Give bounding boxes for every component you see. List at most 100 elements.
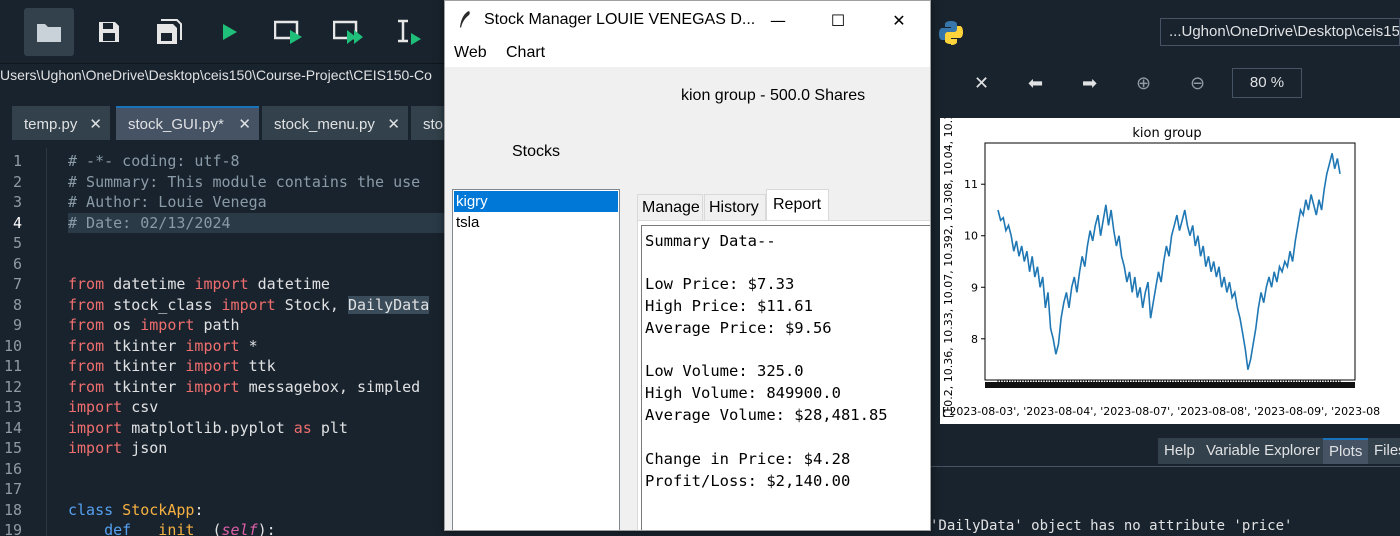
function-name: __init__ (131, 521, 213, 536)
menu-chart[interactable]: Chart (498, 39, 553, 67)
keyword: from (68, 316, 105, 334)
name: json (122, 439, 168, 457)
open-file-button[interactable] (24, 8, 74, 56)
tab-help[interactable]: Help (1158, 438, 1201, 464)
stock-chart: kion group 8 9 10 11 [10.2, 10.36, 10.33, 1… (942, 118, 1380, 418)
window-titlebar[interactable]: Stock Manager LOUIE VENEGAS D... — ☐ ✕ (445, 1, 930, 39)
line-number: 16 (3, 459, 22, 478)
next-plot-icon[interactable]: ➡ (1082, 74, 1097, 94)
code-editor[interactable]: 1 2 3 4 5 6 7 8 9 10 11 12 13 14 15 16 1… (0, 148, 445, 536)
code-line: import matplotlib.pyplot as plt (68, 418, 348, 439)
keyword: from (68, 336, 105, 355)
run-selection-button[interactable] (384, 8, 434, 56)
punctuation: : (194, 500, 204, 519)
tab-stock-menu-py[interactable]: stock_menu.py ✕ (262, 106, 408, 140)
save-icon (99, 22, 119, 42)
module: stock_class (104, 295, 222, 314)
remove-all-plots-icon[interactable]: ✕ (974, 74, 989, 94)
keyword: class (68, 500, 114, 519)
save-button[interactable] (84, 8, 134, 56)
run-cell-advance-button[interactable] (324, 8, 374, 56)
save-all-button[interactable] (144, 8, 194, 56)
tab-plots[interactable]: Plots (1323, 438, 1369, 464)
zoom-out-icon[interactable]: ⊖ (1190, 74, 1205, 94)
keyword: import (194, 275, 249, 293)
run-cell-button[interactable] (264, 8, 314, 56)
name: messagebox, simpled (239, 377, 421, 396)
line-number: 6 (12, 254, 22, 273)
python-icon (939, 21, 963, 45)
tab-history[interactable]: History (704, 194, 766, 221)
code-line: from stock_class import Stock, DailyData (68, 295, 430, 316)
stock-listbox[interactable]: kigry tsla (452, 189, 620, 530)
keyword: from (68, 377, 105, 396)
line-number: 19 (3, 521, 22, 536)
tab-temp-py[interactable]: temp.py ✕ (12, 106, 110, 140)
y-tick-label: 10 (964, 230, 978, 243)
line-number: 12 (3, 377, 22, 396)
report-avg-volume: Average Volume: $28,481.85 (645, 406, 888, 424)
line-number: 10 (3, 336, 22, 355)
line-number: 8 (12, 295, 22, 314)
report-text[interactable]: Summary Data-- Low Price: $7.33 High Pri… (641, 225, 930, 530)
code-line: import json (68, 438, 167, 459)
name: csv (122, 398, 159, 416)
list-item-tsla[interactable]: tsla (454, 212, 618, 233)
close-icon[interactable]: ✕ (238, 108, 251, 140)
tab-report[interactable]: Report (766, 189, 829, 222)
keyword: def (104, 521, 132, 536)
close-icon[interactable]: ✕ (387, 108, 400, 140)
close-icon[interactable]: ✕ (89, 108, 102, 140)
code-line: def __init__(self): (68, 520, 276, 536)
report-avg-price: Average Price: $9.56 (645, 319, 832, 337)
maximize-button[interactable]: ☐ (815, 1, 861, 39)
keyword: from (68, 295, 105, 314)
tab-label: stock_GUI.py* (128, 116, 224, 133)
y-tick-label: 9 (971, 281, 978, 294)
zoom-in-icon[interactable]: ⊕ (1136, 74, 1151, 94)
code-line: from datetime import datetime (68, 274, 330, 295)
menu-web[interactable]: Web (446, 39, 495, 67)
module: tkinter (104, 357, 186, 375)
class-name: StockApp (113, 500, 195, 519)
previous-plot-icon[interactable]: ⬅ (1028, 74, 1043, 94)
list-item-kigry[interactable]: kigry (454, 191, 618, 212)
tab-stock-gui-py[interactable]: stock_GUI.py* ✕ (116, 106, 259, 140)
minimize-button[interactable]: — (755, 1, 801, 39)
line-number: 5 (12, 234, 22, 252)
line-number: 7 (12, 275, 22, 293)
keyword: import (185, 377, 240, 396)
run-cell-advance-icon (333, 20, 363, 44)
code-line: from tkinter import ttk (68, 356, 276, 377)
run-cell-icon (274, 20, 302, 44)
code-line: from os import path (68, 315, 240, 336)
close-button[interactable]: ✕ (876, 1, 922, 39)
line-number: 2 (12, 172, 22, 191)
keyword: import (185, 336, 240, 355)
keyword: from (68, 275, 105, 293)
zoom-level[interactable]: 80 % (1232, 68, 1302, 98)
y-tick-label: 11 (964, 178, 978, 191)
stock-heading: kion group - 500.0 Shares (681, 87, 866, 104)
line-number: 13 (3, 398, 22, 416)
tab-manage[interactable]: Manage (637, 194, 703, 221)
name: * (239, 336, 258, 355)
report-low-volume: Low Volume: 325.0 (645, 362, 804, 380)
menu-bar: Web Chart (445, 39, 930, 67)
report-high-price: High Price: $11.61 (645, 297, 813, 315)
working-directory-field[interactable]: ...Ughon\OneDrive\Desktop\ceis150 (1160, 18, 1400, 46)
editor-tabs: temp.py ✕ stock_GUI.py* ✕ stock_menu.py … (0, 104, 451, 140)
plots-toolbar: ✕ ⬅ ➡ ⊕ ⊖ (930, 64, 1400, 104)
line-number: 18 (3, 500, 22, 519)
run-button[interactable] (204, 8, 254, 56)
report-change: Change in Price: $4.28 (645, 450, 851, 468)
play-icon (223, 24, 237, 40)
keyword: import (185, 357, 240, 375)
y-axis-label: [10.2, 10.36, 10.33, 10.07, 10.392, 10.3… (942, 118, 955, 418)
punctuation: ): (257, 521, 276, 536)
line-number: 15 (3, 439, 22, 457)
line-number: 4 (12, 213, 22, 232)
tab-variable-explorer[interactable]: Variable Explorer (1200, 438, 1326, 464)
tab-files[interactable]: Files (1368, 438, 1400, 464)
